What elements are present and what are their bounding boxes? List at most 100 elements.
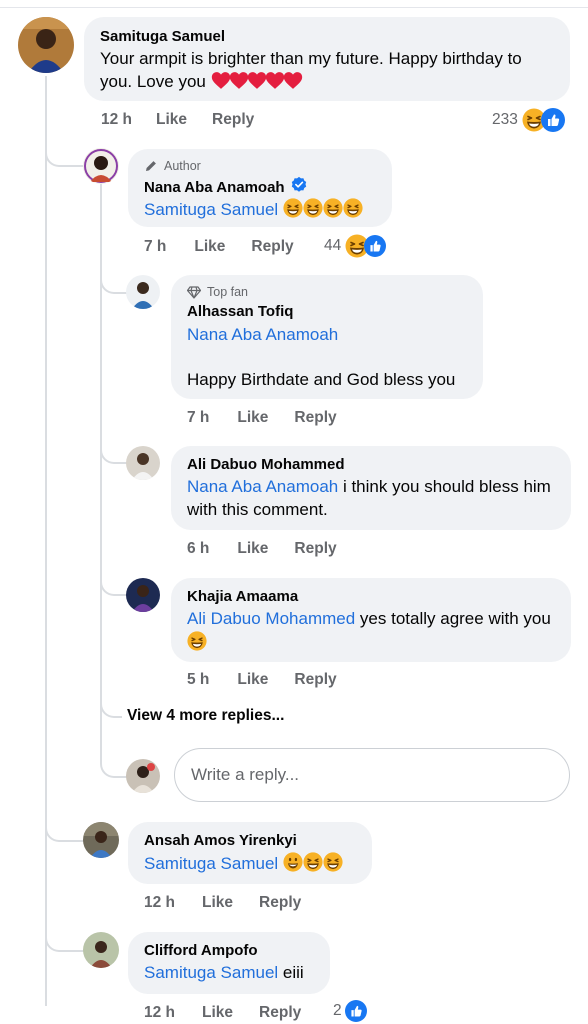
reply-button[interactable]: Reply (259, 1004, 301, 1022)
reply-button[interactable]: Reply (294, 540, 336, 558)
reply-input[interactable]: Write a reply... (174, 748, 570, 802)
comment-author-name[interactable]: Samituga Samuel (100, 27, 556, 46)
top-divider (0, 7, 588, 8)
comment-text: Nana Aba Anamoah Happy Birthdate and God… (187, 324, 469, 391)
thread-connector (100, 696, 122, 718)
timestamp[interactable]: 5 h (187, 671, 209, 689)
timestamp[interactable]: 12 h (144, 894, 175, 912)
red-heart-emoji (247, 71, 267, 90)
verified-badge-icon (290, 176, 308, 194)
view-more-replies-link[interactable]: View 4 more replies... (127, 707, 284, 725)
grinning-squint-emoji (323, 198, 343, 218)
reply-button[interactable]: Reply (259, 894, 301, 912)
mention-link[interactable]: Nana Aba Anamoah (187, 477, 338, 496)
comment-author-name[interactable]: Ansah Amos Yirenkyi (144, 831, 358, 850)
mention-link[interactable]: Samituga Samuel (144, 200, 278, 219)
comment-actions: 7 h Like Reply (187, 409, 337, 427)
grinning-face-emoji (283, 852, 303, 872)
like-button[interactable]: Like (237, 540, 268, 558)
comment-bubble[interactable]: Khajia Amaama Ali Dabuo Mohammed yes tot… (171, 578, 571, 662)
grinning-squint-emoji (283, 198, 303, 218)
mention-link[interactable]: Samituga Samuel (144, 854, 278, 873)
comment-actions: 12 h Like Reply (101, 111, 254, 129)
comment-actions: 5 h Like Reply (187, 671, 337, 689)
comment-text: Samituga Samuel (144, 852, 358, 876)
timestamp[interactable]: 7 h (187, 409, 209, 427)
comment-actions: 6 h Like Reply (187, 540, 337, 558)
mention-link[interactable]: Samituga Samuel (144, 963, 278, 982)
like-button[interactable]: Like (202, 1004, 233, 1022)
like-button[interactable]: Like (237, 671, 268, 689)
grinning-squint-emoji (343, 198, 363, 218)
reaction-summary[interactable]: 233 (492, 108, 565, 132)
timestamp[interactable]: 7 h (144, 238, 166, 256)
like-thumb-icon (364, 235, 386, 257)
like-button[interactable]: Like (202, 894, 233, 912)
comment-bubble[interactable]: Top fan Alhassan Tofiq Nana Aba Anamoah … (171, 275, 483, 399)
avatar[interactable] (126, 446, 160, 480)
comment-text: Samituga Samuel (144, 198, 378, 222)
reaction-count: 233 (492, 111, 518, 128)
timestamp[interactable]: 6 h (187, 540, 209, 558)
red-heart-emoji (211, 71, 231, 90)
grinning-squint-emoji (303, 852, 323, 872)
thread-connector (45, 814, 85, 842)
like-button[interactable]: Like (237, 409, 268, 427)
reply-button[interactable]: Reply (212, 111, 254, 129)
thread-connector (45, 924, 85, 952)
thread-connector (100, 430, 128, 464)
timestamp[interactable]: 12 h (101, 111, 132, 129)
comment-bubble[interactable]: Samituga Samuel Your armpit is brighter … (84, 17, 570, 101)
comment-actions: 7 h Like Reply (144, 238, 294, 256)
avatar[interactable] (83, 932, 119, 968)
thread-connector (45, 140, 85, 167)
comment-author-name[interactable]: Alhassan Tofiq (187, 302, 469, 321)
comment-bubble[interactable]: Clifford Ampofo Samituga Samuel eiii (128, 932, 330, 994)
comment-author-name[interactable]: Ali Dabuo Mohammed (187, 455, 557, 474)
reaction-count: 44 (324, 237, 342, 254)
reaction-summary[interactable]: 2 (333, 1000, 367, 1022)
thread-line-main (45, 76, 47, 1006)
red-heart-emoji (265, 71, 285, 90)
comment-author-name[interactable]: Nana Aba Anamoah (144, 179, 285, 196)
grinning-squint-emoji (187, 631, 207, 651)
comment-bubble[interactable]: Ali Dabuo Mohammed Nana Aba Anamoah i th… (171, 446, 571, 530)
reaction-count: 2 (333, 1002, 342, 1019)
comment-bubble[interactable]: Ansah Amos Yirenkyi Samituga Samuel (128, 822, 372, 884)
red-heart-emoji (283, 71, 303, 90)
red-heart-emoji (229, 71, 249, 90)
comment-text: Samituga Samuel eiii (144, 963, 304, 982)
author-badge: Author (144, 158, 378, 174)
reaction-summary[interactable]: 44 (324, 234, 386, 258)
comment-text: Your armpit is brighter than my future. … (100, 49, 522, 91)
avatar[interactable] (18, 17, 74, 73)
diamond-icon (187, 285, 201, 299)
comment-actions: 12 h Like Reply (144, 1004, 301, 1022)
grinning-squint-emoji (323, 852, 343, 872)
like-button[interactable]: Like (194, 238, 225, 256)
avatar[interactable] (126, 275, 160, 309)
thread-connector (100, 752, 128, 778)
comment-text: Nana Aba Anamoah i think you should bles… (187, 477, 551, 519)
mention-link[interactable]: Nana Aba Anamoah (187, 324, 469, 347)
grinning-squint-emoji (303, 198, 323, 218)
avatar (126, 759, 160, 793)
comment-bubble[interactable]: Author Nana Aba Anamoah Samituga Samuel (128, 149, 392, 227)
avatar[interactable] (83, 822, 119, 858)
comment-text: Ali Dabuo Mohammed yes totally agree wit… (187, 608, 557, 654)
like-thumb-icon (541, 108, 565, 132)
like-thumb-icon (345, 1000, 367, 1022)
comment-author-name[interactable]: Khajia Amaama (187, 587, 557, 606)
reply-button[interactable]: Reply (294, 409, 336, 427)
comment-author-name[interactable]: Clifford Ampofo (144, 941, 316, 960)
timestamp[interactable]: 12 h (144, 1004, 175, 1022)
pencil-icon (146, 161, 156, 171)
mention-link[interactable]: Ali Dabuo Mohammed (187, 609, 355, 628)
avatar[interactable] (126, 578, 160, 612)
reply-button[interactable]: Reply (294, 671, 336, 689)
avatar[interactable] (83, 148, 119, 184)
comment-actions: 12 h Like Reply (144, 894, 301, 912)
like-button[interactable]: Like (156, 111, 187, 129)
top-fan-badge: Top fan (187, 284, 469, 300)
reply-button[interactable]: Reply (251, 238, 293, 256)
